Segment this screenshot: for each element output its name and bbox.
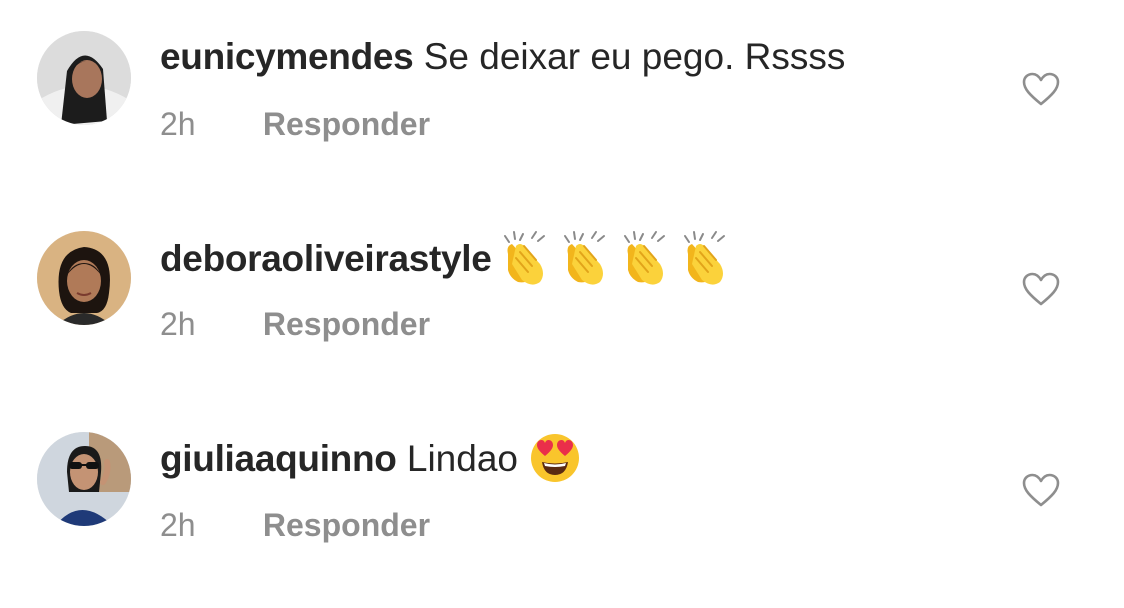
- username[interactable]: eunicymendes: [160, 36, 414, 77]
- comment-item: deboraoliveirastyle 2h Responder: [0, 200, 1124, 400]
- heart-outline-icon[interactable]: [1022, 272, 1060, 306]
- comment-item: eunicymendes Se deixar eu pego. Rssss 2h…: [0, 0, 1124, 200]
- comment-meta: 2h Responder: [160, 104, 430, 144]
- comment-line: deboraoliveirastyle: [160, 230, 740, 289]
- avatar[interactable]: [37, 432, 131, 526]
- emoji-group: [502, 230, 740, 286]
- username[interactable]: deboraoliveirastyle: [160, 238, 492, 279]
- heart-eyes-emoji: [531, 434, 580, 482]
- reply-button[interactable]: Responder: [263, 507, 430, 543]
- heart-outline-icon[interactable]: [1022, 473, 1060, 507]
- avatar-image: [37, 231, 131, 325]
- timestamp: 2h: [160, 306, 196, 342]
- comment-item: giuliaaquinno Lindao 2h Responder: [0, 401, 1124, 601]
- emoji-group: [528, 431, 582, 485]
- avatar[interactable]: [37, 231, 131, 325]
- avatar[interactable]: [37, 31, 131, 125]
- comment-meta: 2h Responder: [160, 505, 430, 545]
- avatar-image: [37, 432, 131, 526]
- timestamp: 2h: [160, 507, 196, 543]
- comment-text: Se deixar eu pego. Rssss: [423, 36, 846, 77]
- reply-button[interactable]: Responder: [263, 106, 430, 142]
- comment-meta: 2h Responder: [160, 304, 430, 344]
- timestamp: 2h: [160, 106, 196, 142]
- avatar-image: [37, 31, 131, 125]
- comment-line: eunicymendes Se deixar eu pego. Rssss: [160, 33, 845, 81]
- clapping-hands-emoji: [503, 231, 725, 286]
- username[interactable]: giuliaaquinno: [160, 438, 397, 479]
- heart-outline-icon[interactable]: [1022, 72, 1060, 106]
- comment-text: Lindao: [406, 437, 518, 479]
- reply-button[interactable]: Responder: [263, 306, 430, 342]
- comment-line: giuliaaquinno Lindao: [160, 434, 582, 488]
